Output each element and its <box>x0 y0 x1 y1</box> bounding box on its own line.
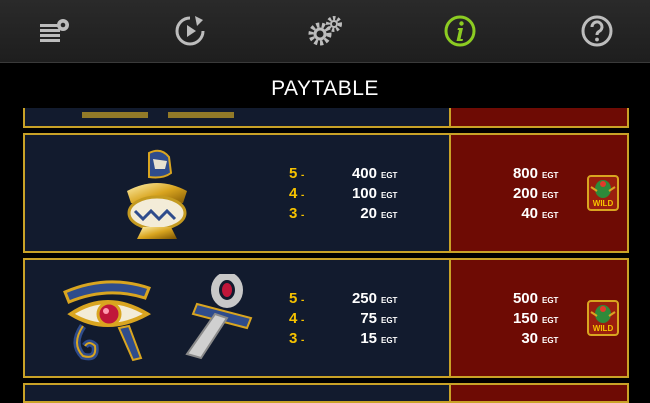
pay-dot: - <box>301 170 305 181</box>
pay-dot: - <box>301 335 305 346</box>
row-symbols-cell: 5 - 400 EGT 4 - 100 EGT 3 - 20 EGT <box>25 135 449 251</box>
pay-dot: - <box>301 295 305 306</box>
pay-currency: EGT <box>381 171 398 180</box>
pay-line: 3 - 15 EGT <box>289 330 397 350</box>
pay-line: 5 - 250 EGT <box>289 290 397 310</box>
help-button[interactable] <box>577 11 617 51</box>
gears-icon <box>308 16 342 46</box>
pay-currency: EGT <box>542 171 559 180</box>
pay-currency: EGT <box>381 211 398 220</box>
help-icon <box>581 15 613 47</box>
canopic-jar-symbol <box>127 149 187 239</box>
paytable-values: 5 - 250 EGT 4 - 75 EGT 3 - 15 EGT <box>289 290 397 350</box>
row-wild-cell: 500 EGT 150 EGT 30 EGT WILD <box>449 260 627 376</box>
row-symbols-cell: 5 - 250 EGT 4 - 75 EGT 3 - 15 EGT <box>25 260 449 376</box>
pay-currency: EGT <box>542 336 559 345</box>
pay-currency: EGT <box>542 191 559 200</box>
wild-label: WILD <box>593 199 614 208</box>
eye-of-horus-symbol <box>63 280 152 362</box>
wild-pay-line: 30 EGT <box>496 330 558 350</box>
symbol-partial <box>82 112 148 118</box>
pay-value: 400 <box>351 165 377 182</box>
wild-pay-value: 30 <box>521 330 538 347</box>
ankh-symbol <box>185 274 253 360</box>
wild-pay-value: 800 <box>512 165 538 182</box>
info-icon <box>444 15 476 47</box>
wild-pay-value: 500 <box>512 290 538 307</box>
table-row-partial <box>23 383 629 403</box>
wild-pay-value: 150 <box>512 310 538 327</box>
paytable-values: 5 - 400 EGT 4 - 100 EGT 3 - 20 EGT <box>289 165 397 225</box>
pay-count: 3 <box>289 330 298 347</box>
pay-line: 4 - 100 EGT <box>289 185 397 205</box>
row-wild-cell <box>449 385 627 401</box>
pay-count: 4 <box>289 310 298 327</box>
wild-pay-line: 800 EGT <box>496 165 558 185</box>
wild-pay-value: 200 <box>512 185 538 202</box>
pay-value: 15 <box>360 330 377 347</box>
wild-pay-line: 200 EGT <box>496 185 558 205</box>
pay-dot: - <box>301 190 305 201</box>
wild-label: WILD <box>593 324 614 333</box>
pay-currency: EGT <box>542 316 559 325</box>
pay-line: 3 - 20 EGT <box>289 205 397 225</box>
wild-paytable-values: 500 EGT 150 EGT 30 EGT <box>496 290 558 350</box>
wild-pay-line: 500 EGT <box>496 290 558 310</box>
pay-currency: EGT <box>381 296 398 305</box>
wild-scarab-icon: WILD <box>587 175 619 211</box>
table-row: 5 - 400 EGT 4 - 100 EGT 3 - 20 EGT 800 E… <box>23 133 629 253</box>
autoplay-icon <box>175 16 205 46</box>
pay-value: 100 <box>351 185 377 202</box>
pay-value: 20 <box>360 205 377 222</box>
pay-currency: EGT <box>542 296 559 305</box>
pay-line: 5 - 400 EGT <box>289 165 397 185</box>
table-row-partial <box>23 108 629 128</box>
autoplay-button[interactable] <box>170 11 210 51</box>
pay-count: 3 <box>289 205 298 222</box>
pay-currency: EGT <box>381 316 398 325</box>
pay-count: 5 <box>289 165 298 182</box>
row-wild-cell: 800 EGT 200 EGT 40 EGT WILD <box>449 135 627 251</box>
settings-list-icon <box>40 19 69 42</box>
table-row: 5 - 250 EGT 4 - 75 EGT 3 - 15 EGT 500 EG… <box>23 258 629 378</box>
pay-dot: - <box>301 315 305 326</box>
pay-value: 250 <box>351 290 377 307</box>
wild-paytable-values: 800 EGT 200 EGT 40 EGT <box>496 165 558 225</box>
pay-dot: - <box>301 210 305 221</box>
top-toolbar <box>0 0 650 63</box>
symbol-partial <box>168 112 234 118</box>
row-symbols-cell <box>25 108 449 126</box>
pay-currency: EGT <box>381 336 398 345</box>
pay-currency: EGT <box>542 211 559 220</box>
pay-value: 75 <box>360 310 377 327</box>
pay-line: 4 - 75 EGT <box>289 310 397 330</box>
game-settings-button[interactable] <box>305 11 345 51</box>
row-symbols-cell <box>25 385 449 401</box>
row-wild-cell <box>449 108 627 126</box>
info-button[interactable] <box>440 11 480 51</box>
wild-pay-value: 40 <box>521 205 538 222</box>
wild-pay-line: 40 EGT <box>496 205 558 225</box>
settings-list-button[interactable] <box>35 11 75 51</box>
pay-count: 4 <box>289 185 298 202</box>
wild-scarab-icon: WILD <box>587 300 619 336</box>
pay-currency: EGT <box>381 191 398 200</box>
wild-pay-line: 150 EGT <box>496 310 558 330</box>
pay-count: 5 <box>289 290 298 307</box>
